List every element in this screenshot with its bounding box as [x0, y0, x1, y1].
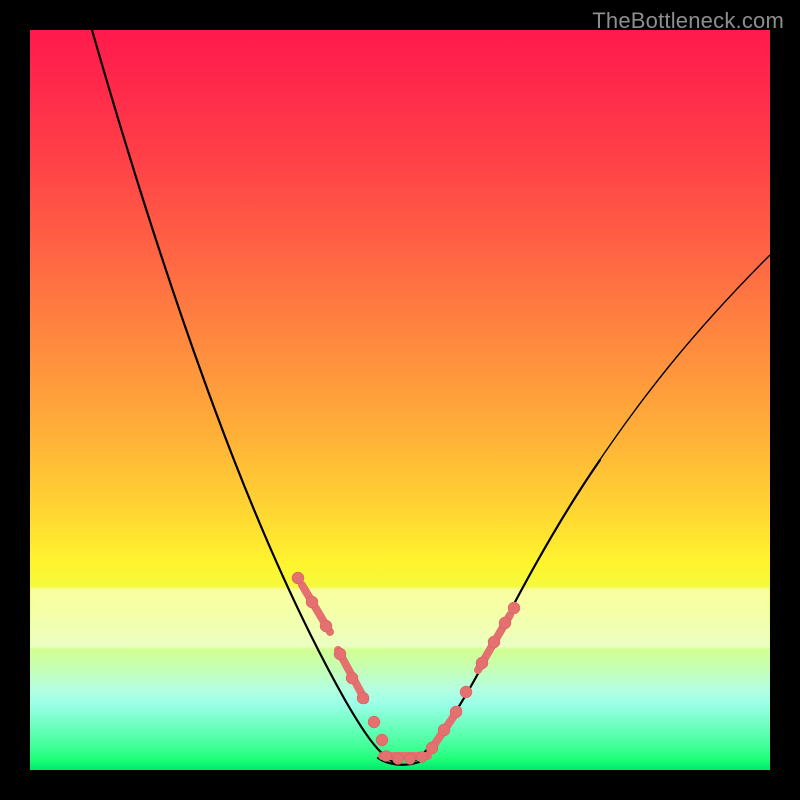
bottom-bead-dot-2	[393, 754, 404, 765]
left-bead-dot-4	[334, 648, 346, 660]
right-bead-dot-3	[450, 706, 462, 718]
bottom-bead-dot-3	[405, 754, 416, 765]
right-bead-dot-1	[426, 742, 438, 754]
right-bead-dot-5	[476, 657, 488, 669]
plot-area	[30, 30, 770, 770]
curve-layer	[30, 30, 770, 770]
left-bead-dot-2	[306, 596, 318, 608]
left-bead-dot-7	[368, 716, 380, 728]
bottom-bead-dot-4	[417, 752, 428, 763]
left-curve	[92, 30, 393, 762]
left-bead-dot-3	[320, 620, 332, 632]
chart-frame: TheBottleneck.com	[0, 0, 800, 800]
right-bead-dot-7	[499, 617, 511, 629]
right-curve-upper	[595, 255, 770, 467]
bottom-bead-dot-1	[381, 751, 392, 762]
left-bead-dot-5	[346, 672, 358, 684]
right-bead-dot-4	[460, 686, 472, 698]
right-bead-dot-6	[488, 636, 500, 648]
left-bead-dot-1	[292, 572, 304, 584]
right-bead-dot-8	[508, 602, 520, 614]
watermark-text: TheBottleneck.com	[592, 8, 784, 34]
left-bead-dot-6	[357, 692, 369, 704]
right-curve-lower	[413, 460, 600, 762]
right-bead-dot-2	[438, 724, 450, 736]
left-bead-dot-8	[376, 734, 388, 746]
